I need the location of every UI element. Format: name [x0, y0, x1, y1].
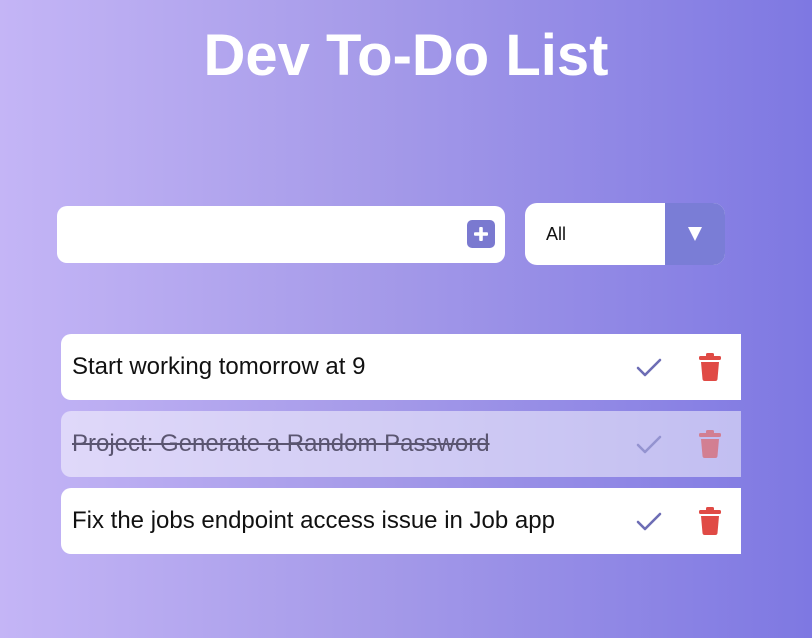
complete-button[interactable] [634, 505, 664, 537]
todo-input[interactable] [57, 206, 457, 263]
caret-down-icon [688, 227, 702, 241]
trash-icon [699, 353, 721, 381]
todo-item: Fix the jobs endpoint access issue in Jo… [61, 488, 741, 554]
delete-button[interactable] [696, 428, 724, 460]
todo-text: Start working tomorrow at 9 [72, 353, 366, 380]
todo-item: Start working tomorrow at 9 [61, 334, 741, 400]
page-title: Dev To-Do List [203, 23, 609, 88]
delete-button[interactable] [696, 351, 724, 383]
complete-button[interactable] [634, 351, 664, 383]
check-icon [636, 512, 662, 531]
todo-text: Project: Generate a Random Password [72, 430, 490, 457]
delete-button[interactable] [696, 505, 724, 537]
plus-icon [474, 227, 488, 241]
todo-item-completed: Project: Generate a Random Password [61, 411, 741, 477]
trash-icon [699, 507, 721, 535]
todo-text: Fix the jobs endpoint access issue in Jo… [72, 507, 555, 534]
filter-selected-value: All [546, 224, 567, 244]
add-todo-form [57, 206, 505, 263]
trash-icon [699, 430, 721, 458]
todo-list: Start working tomorrow at 9 Project: Gen… [61, 334, 741, 565]
complete-button[interactable] [634, 428, 664, 460]
check-icon [636, 435, 662, 454]
filter-select[interactable]: All [525, 203, 725, 265]
add-todo-button[interactable] [467, 220, 495, 248]
filter-dropdown-button[interactable] [665, 203, 725, 265]
check-icon [636, 358, 662, 377]
